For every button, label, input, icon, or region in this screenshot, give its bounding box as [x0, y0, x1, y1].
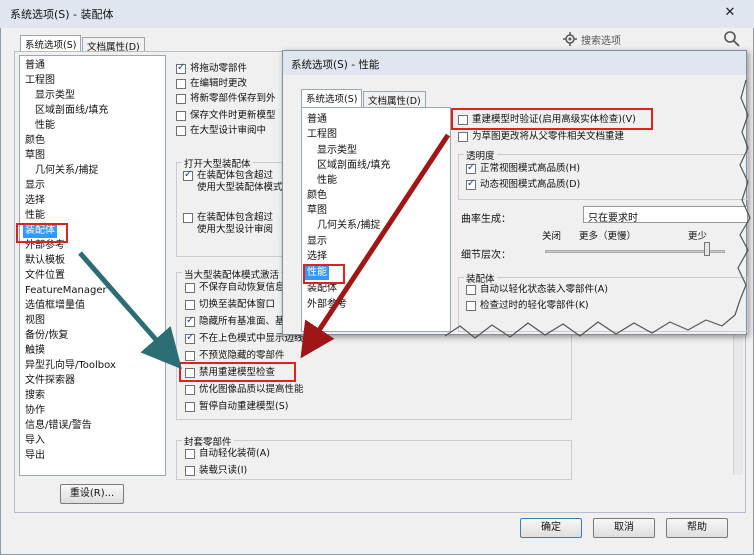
arrow-red — [300, 133, 451, 359]
annotation-arrows — [78, 133, 451, 370]
arrow-teal — [78, 251, 182, 370]
